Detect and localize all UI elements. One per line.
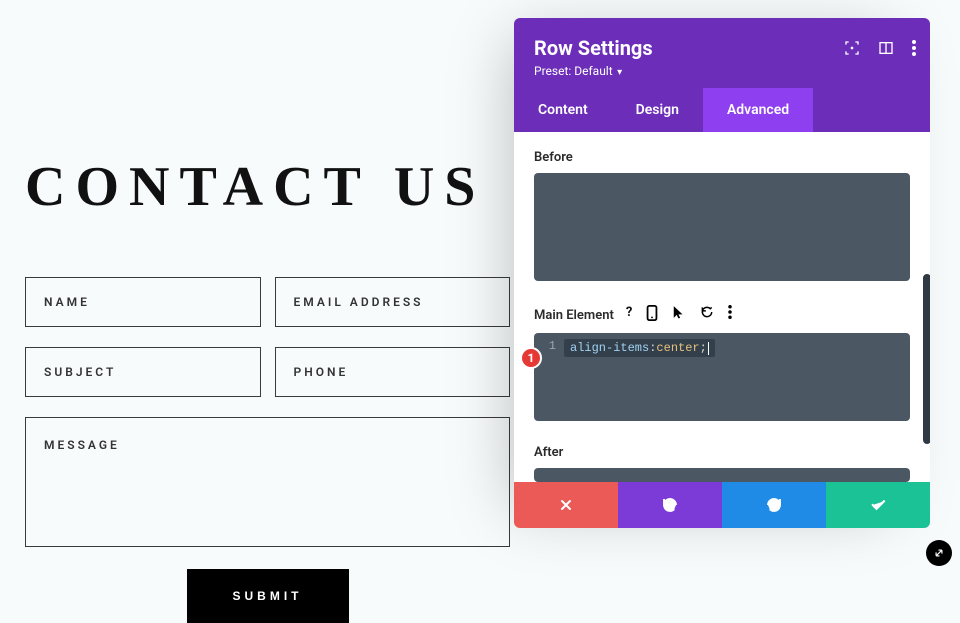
subject-input[interactable]: SUBJECT (25, 347, 261, 397)
phone-input[interactable]: PHONE (275, 347, 511, 397)
email-input[interactable]: EMAIL ADDRESS (275, 277, 511, 327)
panel-footer (514, 482, 930, 528)
confirm-button[interactable] (826, 482, 930, 528)
columns-icon[interactable] (878, 40, 894, 56)
undo-button[interactable] (618, 482, 722, 528)
responsive-icon[interactable] (646, 305, 658, 325)
tab-design[interactable]: Design (612, 88, 703, 132)
hover-icon[interactable] (672, 305, 686, 325)
preset-selector[interactable]: Preset: Default ▾ (534, 64, 910, 78)
chevron-down-icon: ▾ (615, 67, 623, 78)
before-css-input[interactable] (534, 173, 910, 281)
tab-advanced[interactable]: Advanced (703, 88, 813, 132)
submit-button[interactable]: SUBMIT (187, 569, 349, 623)
expand-handle[interactable] (926, 540, 952, 566)
text-cursor (708, 342, 709, 355)
section-label-main: Main Element (534, 308, 614, 323)
scan-icon[interactable] (844, 40, 860, 56)
help-icon[interactable]: ? (626, 305, 632, 325)
cancel-button[interactable] (514, 482, 618, 528)
section-label-before: Before (534, 150, 910, 165)
section-label-after: After (534, 445, 910, 460)
panel-body: Before Main Element ? (514, 132, 930, 482)
page-title: CONTACT US (25, 155, 510, 219)
main-css-input[interactable]: 1 align-items:center; (534, 333, 910, 421)
reset-icon[interactable] (700, 305, 714, 325)
panel-tabs: Content Design Advanced (514, 88, 930, 132)
annotation-badge-1: 1 (520, 347, 542, 369)
css-property: align-items (570, 341, 649, 355)
more-icon[interactable] (912, 40, 916, 56)
redo-button[interactable] (722, 482, 826, 528)
panel-header[interactable]: Row Settings Preset: Default ▾ (514, 18, 930, 88)
css-value: center (656, 341, 699, 355)
preset-label: Preset: Default (534, 64, 613, 78)
more-options-icon[interactable] (728, 305, 732, 325)
row-settings-panel: Row Settings Preset: Default ▾ Content D… (514, 18, 930, 528)
tab-content[interactable]: Content (514, 88, 612, 132)
message-input[interactable]: MESSAGE (25, 417, 510, 547)
name-input[interactable]: NAME (25, 277, 261, 327)
line-number: 1 (542, 339, 556, 357)
scrollbar[interactable] (923, 274, 930, 444)
after-css-input[interactable] (534, 468, 910, 482)
